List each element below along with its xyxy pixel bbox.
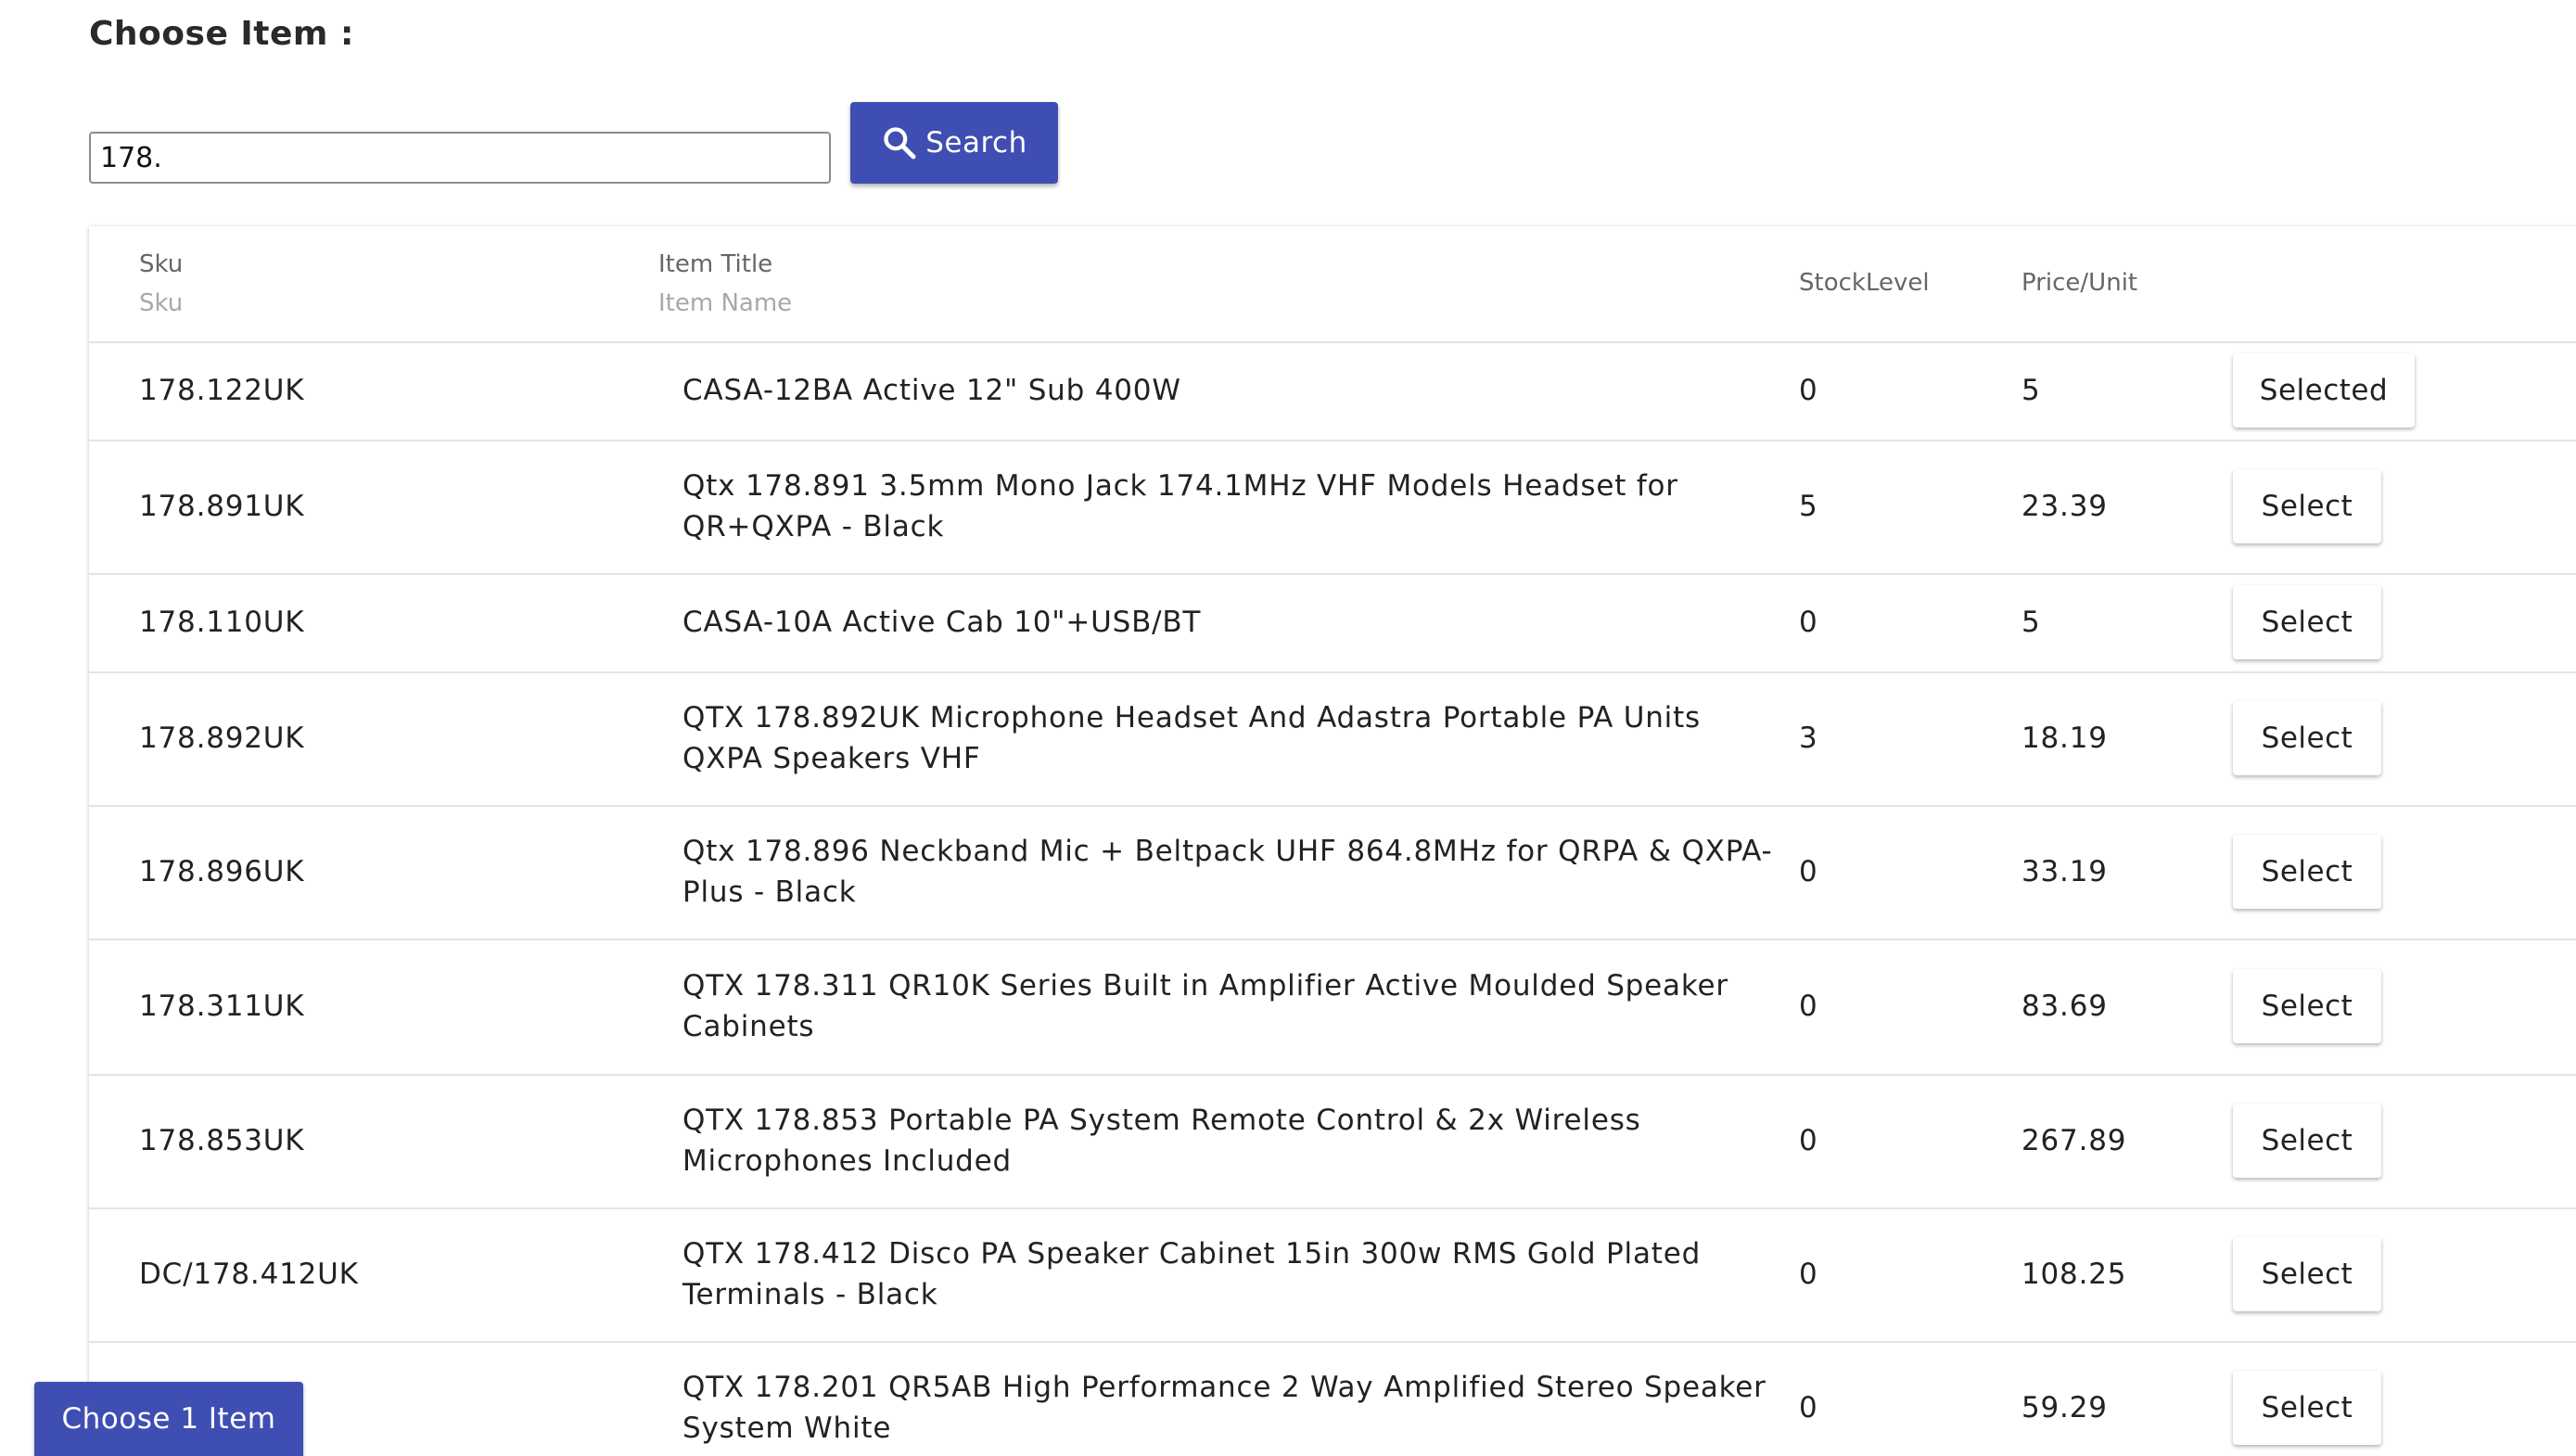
search-button-label: Search: [925, 126, 1027, 160]
column-header-title[interactable]: Item Title Item Name: [658, 250, 792, 317]
cell-title: QTX 178.892UK Microphone Headset And Ada…: [682, 701, 1701, 775]
column-header-stock[interactable]: StockLevel: [1799, 269, 1930, 297]
table-row: 178.110UK CASA-10A Active Cab 10"+USB/BT 0…: [89, 573, 2576, 673]
column-subheader-sku: Sku: [139, 289, 184, 317]
cell-price: 5: [2021, 374, 2041, 407]
column-subheader-title: Item Name: [658, 289, 793, 317]
item-chooser-page: Choose Item : Search Sku Sku Item Title …: [0, 0, 2576, 1456]
search-input[interactable]: [89, 132, 831, 184]
select-button[interactable]: Select: [2233, 1104, 2381, 1178]
cell-stock: 3: [1799, 722, 1818, 755]
cell-stock: 0: [1799, 855, 1818, 888]
cell-price: 267.89: [2021, 1124, 2127, 1157]
cell-sku: 178.892UK: [139, 722, 305, 755]
search-icon: [884, 127, 916, 160]
select-button[interactable]: Select: [2233, 701, 2381, 775]
selected-button[interactable]: Selected: [2233, 353, 2415, 428]
select-button[interactable]: Select: [2233, 835, 2381, 909]
table-row: 178.896UK Qtx 178.896 Neckband Mic + Belt…: [89, 805, 2576, 940]
cell-sku: 178.891UK: [139, 490, 305, 523]
cell-sku: 178.122UK: [139, 374, 305, 407]
select-button[interactable]: Select: [2233, 585, 2381, 659]
column-header-price[interactable]: Price/Unit: [2021, 269, 2137, 297]
items-table: Sku Sku Item Title Item Name StockLevel …: [89, 226, 2576, 1456]
table-row: 178.891UK Qtx 178.891 3.5mm Mono Jack 174…: [89, 440, 2576, 575]
cell-title: QTX 178.311 QR10K Series Built in Amplif…: [682, 969, 1728, 1043]
cell-stock: 5: [1799, 490, 1818, 523]
cell-price: 33.19: [2021, 855, 2108, 888]
table-row: 178.122UK CASA-12BA Active 12" Sub 400W 0 5…: [89, 341, 2576, 441]
cell-sku: 178.853UK: [139, 1124, 305, 1157]
table-row: 178.892UK QTX 178.892UK Microphone Headse…: [89, 671, 2576, 807]
cell-title: CASA-12BA Active 12" Sub 400W: [682, 374, 1181, 407]
cell-price: 83.69: [2021, 990, 2108, 1023]
cell-title: QTX 178.853 Portable PA System Remote Co…: [682, 1104, 1641, 1178]
choose-item-button[interactable]: Choose 1 Item: [34, 1382, 303, 1456]
select-button[interactable]: Select: [2233, 1371, 2381, 1445]
table-row: 178.853UK QTX 178.853 Portable PA System …: [89, 1074, 2576, 1209]
cell-stock: 0: [1799, 1391, 1818, 1424]
cell-price: 108.25: [2021, 1258, 2127, 1291]
cell-stock: 0: [1799, 606, 1818, 639]
cell-sku: DC/178.412UK: [139, 1258, 359, 1291]
table-row: QTX 178.201 QR5AB High Performance 2 Way…: [89, 1341, 2576, 1456]
select-button[interactable]: Select: [2233, 969, 2381, 1043]
table-row: DC/178.412UK QTX 178.412 Disco PA Speaker…: [89, 1207, 2576, 1343]
cell-stock: 0: [1799, 1258, 1818, 1291]
cell-price: 18.19: [2021, 722, 2108, 755]
cell-price: 5: [2021, 606, 2041, 639]
cell-stock: 0: [1799, 990, 1818, 1023]
column-header-sku[interactable]: Sku Sku: [139, 250, 183, 317]
table-header: Sku Sku Item Title Item Name StockLevel …: [89, 226, 2576, 343]
cell-title: Qtx 178.891 3.5mm Mono Jack 174.1MHz VHF…: [682, 469, 1678, 543]
cell-sku: 178.896UK: [139, 855, 305, 888]
cell-price: 59.29: [2021, 1391, 2108, 1424]
table-row: 178.311UK QTX 178.311 QR10K Series Built …: [89, 939, 2576, 1076]
cell-price: 23.39: [2021, 490, 2108, 523]
search-button[interactable]: Search: [850, 102, 1058, 184]
page-title: Choose Item :: [89, 15, 354, 53]
select-button[interactable]: Select: [2233, 469, 2381, 543]
cell-title: CASA-10A Active Cab 10"+USB/BT: [682, 606, 1202, 639]
cell-stock: 0: [1799, 1124, 1818, 1157]
cell-title: QTX 178.412 Disco PA Speaker Cabinet 15i…: [682, 1237, 1702, 1311]
cell-title: QTX 178.201 QR5AB High Performance 2 Way…: [682, 1371, 1766, 1445]
cell-title: Qtx 178.896 Neckband Mic + Beltpack UHF …: [682, 835, 1773, 909]
cell-stock: 0: [1799, 374, 1818, 407]
select-button[interactable]: Select: [2233, 1237, 2381, 1311]
cell-sku: 178.311UK: [139, 990, 305, 1023]
cell-sku: 178.110UK: [139, 606, 305, 639]
